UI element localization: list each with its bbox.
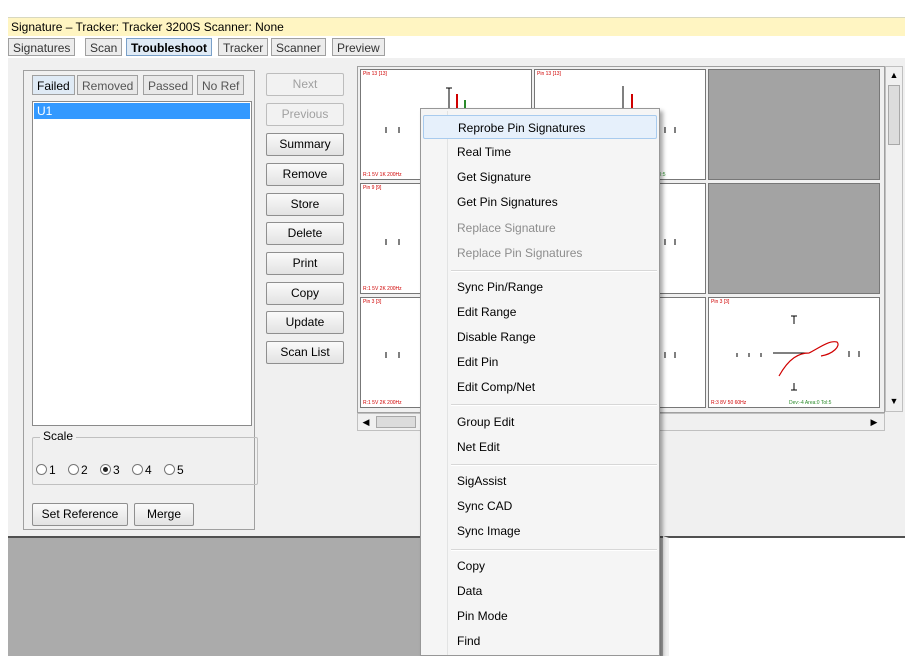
tab-preview[interactable]: Preview bbox=[332, 38, 385, 56]
menu-item-disable-range[interactable]: Disable Range bbox=[447, 325, 657, 349]
subtab-passed[interactable]: Passed bbox=[143, 75, 194, 95]
up-arrow-icon[interactable]: ▲ bbox=[886, 67, 902, 83]
copy-button[interactable]: Copy bbox=[266, 282, 344, 305]
menu-item-real-time[interactable]: Real Time bbox=[447, 140, 657, 164]
store-button[interactable]: Store bbox=[266, 193, 344, 216]
menu-item-pin-mode[interactable]: Pin Mode bbox=[447, 604, 657, 628]
signature-cell-empty[interactable] bbox=[708, 183, 880, 294]
previous-button[interactable]: Previous bbox=[266, 103, 344, 126]
tab-tracker[interactable]: Tracker bbox=[218, 38, 269, 56]
scale-radio-4[interactable]: 4 bbox=[132, 463, 152, 477]
scan-list-button[interactable]: Scan List bbox=[266, 341, 344, 364]
merge-button[interactable]: Merge bbox=[134, 503, 194, 526]
update-button[interactable]: Update bbox=[266, 311, 344, 334]
tab-signatures[interactable]: Signatures bbox=[8, 38, 76, 56]
menu-item-find[interactable]: Find bbox=[447, 629, 657, 653]
menu-item-edit-pin[interactable]: Edit Pin bbox=[447, 350, 657, 374]
menu-item-group-edit[interactable]: Group Edit bbox=[447, 410, 657, 434]
subtab-failed[interactable]: Failed bbox=[32, 75, 75, 95]
vertical-scrollbar[interactable]: ▲ ▼ bbox=[885, 66, 903, 412]
menu-separator bbox=[451, 549, 657, 551]
menu-item-net-edit[interactable]: Net Edit bbox=[447, 435, 657, 459]
menu-item-copy[interactable]: Copy bbox=[447, 554, 657, 578]
delete-button[interactable]: Delete bbox=[266, 222, 344, 245]
scale-radio-3[interactable]: 3 bbox=[100, 463, 120, 477]
subtab-no-ref[interactable]: No Ref bbox=[197, 75, 245, 95]
menu-separator bbox=[451, 270, 657, 272]
radio-icon bbox=[36, 464, 47, 475]
menu-item-get-pin-signatures[interactable]: Get Pin Signatures bbox=[447, 190, 657, 214]
scale-group bbox=[32, 437, 258, 485]
print-button[interactable]: Print bbox=[266, 252, 344, 275]
radio-selected-icon bbox=[100, 464, 111, 475]
radio-icon bbox=[132, 464, 143, 475]
summary-button[interactable]: Summary bbox=[266, 133, 344, 156]
next-button[interactable]: Next bbox=[266, 73, 344, 96]
detail-pane bbox=[663, 536, 905, 656]
remove-button[interactable]: Remove bbox=[266, 163, 344, 186]
menu-item-edit-comp-net[interactable]: Edit Comp/Net bbox=[447, 375, 657, 399]
list-item[interactable]: U1 bbox=[34, 103, 250, 119]
scroll-thumb[interactable] bbox=[888, 85, 900, 145]
radio-icon bbox=[68, 464, 79, 475]
tab-scan[interactable]: Scan bbox=[85, 38, 123, 56]
scale-radio-2[interactable]: 2 bbox=[68, 463, 88, 477]
tab-scanner[interactable]: Scanner bbox=[271, 38, 326, 56]
right-arrow-icon[interactable]: ▶ bbox=[866, 414, 882, 430]
window-title: Signature – Tracker: Tracker 3200S Scann… bbox=[11, 20, 284, 34]
subtab-removed[interactable]: Removed bbox=[77, 75, 139, 95]
menu-separator bbox=[451, 464, 657, 466]
tab-troubleshoot[interactable]: Troubleshoot bbox=[126, 38, 212, 56]
menu-item-sync-image[interactable]: Sync Image bbox=[447, 519, 657, 543]
main-tab-strip: Signatures Scan Troubleshoot Tracker Sca… bbox=[8, 37, 905, 58]
menu-item-reprobe-pin-signatures[interactable]: Reprobe Pin Signatures bbox=[423, 115, 657, 139]
signature-trace-icon bbox=[736, 315, 860, 391]
signature-cell[interactable]: Pin 3 [3] R:3 8V 50 60Hz Dev:-4 Area:0 T… bbox=[708, 297, 880, 408]
signature-cell-empty[interactable] bbox=[708, 69, 880, 180]
scale-radio-5[interactable]: 5 bbox=[164, 463, 184, 477]
menu-item-sync-cad[interactable]: Sync CAD bbox=[447, 494, 657, 518]
menu-item-replace-pin-signatures[interactable]: Replace Pin Signatures bbox=[447, 241, 657, 265]
menu-item-sigassist[interactable]: SigAssist bbox=[447, 469, 657, 493]
component-list[interactable] bbox=[32, 101, 252, 426]
menu-item-sync-pin-range[interactable]: Sync Pin/Range bbox=[447, 275, 657, 299]
menu-item-data[interactable]: Data bbox=[447, 579, 657, 603]
menu-separator bbox=[451, 404, 657, 406]
window-title-bar: Signature – Tracker: Tracker 3200S Scann… bbox=[8, 17, 905, 36]
set-reference-button[interactable]: Set Reference bbox=[32, 503, 128, 526]
scale-label: Scale bbox=[40, 429, 77, 443]
radio-icon bbox=[164, 464, 175, 475]
menu-item-get-signature[interactable]: Get Signature bbox=[447, 165, 657, 189]
menu-item-replace-signature[interactable]: Replace Signature bbox=[447, 216, 657, 240]
down-arrow-icon[interactable]: ▼ bbox=[886, 393, 902, 409]
left-arrow-icon[interactable]: ◀ bbox=[358, 414, 374, 430]
menu-item-edit-range[interactable]: Edit Range bbox=[447, 300, 657, 324]
scale-radio-1[interactable]: 1 bbox=[36, 463, 56, 477]
scroll-thumb[interactable] bbox=[376, 416, 416, 428]
context-menu: Reprobe Pin Signatures Real Time Get Sig… bbox=[420, 108, 660, 656]
